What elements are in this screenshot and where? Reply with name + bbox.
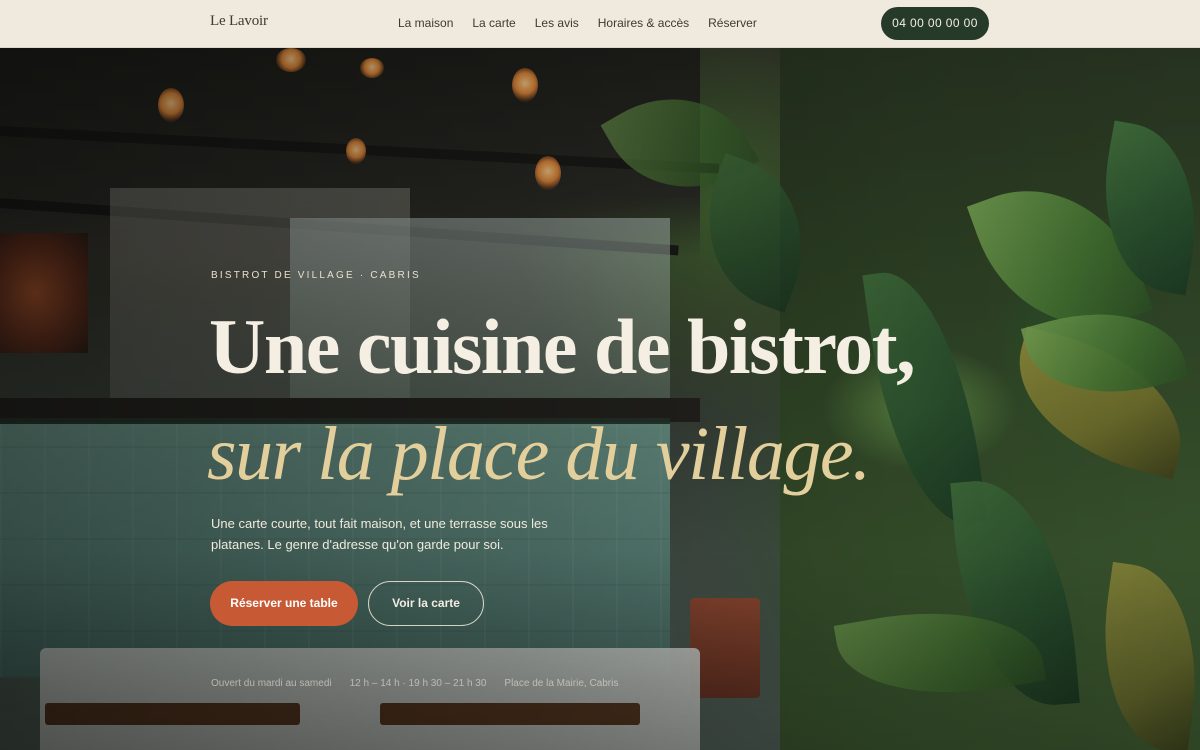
opening-hours: 12 h – 14 h · 19 h 30 – 21 h 30 — [349, 678, 487, 689]
site-header: Le Lavoir La maison La carte Les avis Ho… — [0, 0, 1200, 48]
hero-info-row: Ouvert du mardi au samedi 12 h – 14 h · … — [211, 678, 636, 689]
brand-logo[interactable]: Le Lavoir — [210, 13, 268, 30]
view-menu-button[interactable]: Voir la carte — [368, 581, 484, 626]
hero-headline-accent: sur la place du village. — [207, 412, 871, 496]
nav-link-la-maison[interactable]: La maison — [398, 16, 453, 30]
opening-days: Ouvert du mardi au samedi — [211, 678, 332, 689]
address: Place de la Mairie, Cabris — [504, 678, 619, 689]
hero-eyebrow: Bistrot de village · Cabris — [211, 270, 421, 281]
hero-headline: Une cuisine de bistrot, — [209, 303, 916, 390]
nav-link-horaires-acces[interactable]: Horaires & accès — [598, 16, 689, 30]
phone-button[interactable]: 04 00 00 00 00 — [881, 7, 989, 40]
main-nav: La maison La carte Les avis Horaires & a… — [398, 16, 776, 30]
nav-link-les-avis[interactable]: Les avis — [535, 16, 579, 30]
hero-section: Bistrot de village · Cabris Une cuisine … — [0, 48, 1200, 750]
nav-link-reserver[interactable]: Réserver — [708, 16, 757, 30]
hero-description: Une carte courte, tout fait maison, et u… — [211, 516, 548, 552]
reserve-table-button[interactable]: Réserver une table — [210, 581, 358, 626]
nav-link-la-carte[interactable]: La carte — [472, 16, 515, 30]
